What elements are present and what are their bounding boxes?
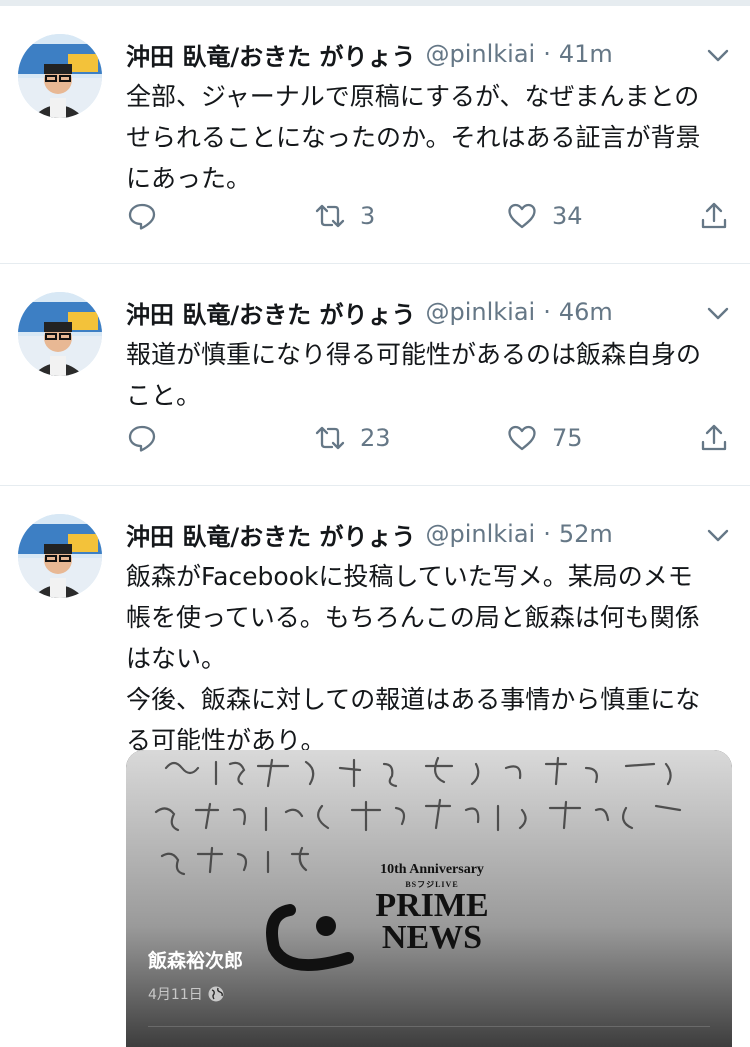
tweet[interactable]: 沖田 臥竜/おきた がりょう @pinlkiai · 46m 報道が慎重になり得… <box>0 264 750 486</box>
photo-post-date: 4月11日 <box>148 984 225 1004</box>
heart-icon <box>508 425 536 451</box>
tweet-actions: 3 34 <box>126 196 736 236</box>
like-button[interactable]: 75 <box>506 418 583 458</box>
timestamp[interactable]: 52m <box>559 520 613 548</box>
display-name[interactable]: 沖田 臥竜/おきた がりょう <box>126 517 415 552</box>
photo-date-text: 4月11日 <box>148 987 203 1003</box>
retweet-icon <box>315 426 345 450</box>
chevron-down-icon[interactable] <box>705 300 731 326</box>
tweet-text-line: 飯森がFacebookに投稿していた写メ。某局のメモ <box>126 562 693 591</box>
timestamp[interactable]: 46m <box>559 298 613 326</box>
share-button[interactable] <box>698 196 730 236</box>
user-handle[interactable]: @pinlkiai <box>425 298 535 326</box>
tweet-header: 沖田 臥竜/おきた がりょう @pinlkiai · 41m <box>126 36 613 72</box>
photo-poster-name: 飯森裕次郎 <box>148 950 244 972</box>
like-count: 75 <box>552 424 583 452</box>
tweet-text: 全部、ジャーナルで原稿にするが、なぜまんまとの せられることになったのか。それは… <box>126 76 736 199</box>
watermark-logo: 10th Anniversary BSフジLIVE PRIME NEWS <box>352 862 512 956</box>
retweet-button[interactable]: 23 <box>314 418 391 458</box>
heart-icon <box>508 203 536 229</box>
retweet-count: 23 <box>360 424 391 452</box>
tweet-text-line: 報道が慎重になり得る可能性があるのは飯森自身の <box>126 340 702 369</box>
user-handle[interactable]: @pinlkiai <box>425 520 535 548</box>
watermark-prime: PRIME <box>375 887 489 924</box>
watermark-news: NEWS <box>381 919 483 956</box>
share-button[interactable] <box>698 418 730 458</box>
tweet[interactable]: 沖田 臥竜/おきた がりょう @pinlkiai · 52m 飯森がFacebo… <box>0 486 750 1047</box>
display-name[interactable]: 沖田 臥竜/おきた がりょう <box>126 37 415 72</box>
tweet-header: 沖田 臥竜/おきた がりょう @pinlkiai · 46m <box>126 294 613 330</box>
chevron-down-icon[interactable] <box>705 522 731 548</box>
avatar[interactable] <box>18 514 102 598</box>
tweet-text-line: 帳を使っている。もちろんこの局と飯森は何も関係 <box>126 603 700 632</box>
tweet-text-line: こと。 <box>126 381 202 410</box>
retweet-button[interactable]: 3 <box>314 196 375 236</box>
media-divider <box>148 1026 710 1027</box>
tweet-text: 報道が慎重になり得る可能性があるのは飯森自身の こと。 <box>126 334 736 416</box>
globe-icon <box>207 985 225 1003</box>
reply-button[interactable] <box>126 196 158 236</box>
watermark-anniversary: 10th Anniversary <box>380 862 484 877</box>
share-icon <box>701 202 727 229</box>
chevron-down-icon[interactable] <box>705 42 731 68</box>
separator: · <box>543 40 551 68</box>
tweet-text-line: 今後、飯森に対しての報道はある事情から慎重にな <box>126 685 701 714</box>
separator: · <box>543 520 551 548</box>
reply-icon <box>128 425 156 452</box>
tweet-header: 沖田 臥竜/おきた がりょう @pinlkiai · 52m <box>126 516 613 552</box>
display-name[interactable]: 沖田 臥竜/おきた がりょう <box>126 295 415 330</box>
avatar[interactable] <box>18 292 102 376</box>
tweet-actions: 23 75 <box>126 418 736 458</box>
avatar[interactable] <box>18 34 102 118</box>
tweet-text-line: 全部、ジャーナルで原稿にするが、なぜまんまとの <box>126 82 700 111</box>
like-button[interactable]: 34 <box>506 196 583 236</box>
tweet-text-line: にあった。 <box>126 164 252 193</box>
tweet-text-line: せられることになったのか。それはある証言が背景 <box>126 123 701 152</box>
user-handle[interactable]: @pinlkiai <box>425 40 535 68</box>
separator: · <box>543 298 551 326</box>
like-count: 34 <box>552 202 583 230</box>
share-icon <box>701 424 727 451</box>
media-card[interactable]: 10th Anniversary BSフジLIVE PRIME NEWS 飯森裕… <box>126 750 732 1047</box>
retweet-count: 3 <box>360 202 376 230</box>
reply-button[interactable] <box>126 418 158 458</box>
timestamp[interactable]: 41m <box>559 40 613 68</box>
tweet-text: 飯森がFacebookに投稿していた写メ。某局のメモ 帳を使っている。もちろんこ… <box>126 556 736 761</box>
reply-icon <box>128 203 156 230</box>
retweet-icon <box>315 204 345 228</box>
tweet[interactable]: 沖田 臥竜/おきた がりょう @pinlkiai · 41m 全部、ジャーナルで… <box>0 6 750 264</box>
tweet-text-line: はない。 <box>126 644 227 673</box>
